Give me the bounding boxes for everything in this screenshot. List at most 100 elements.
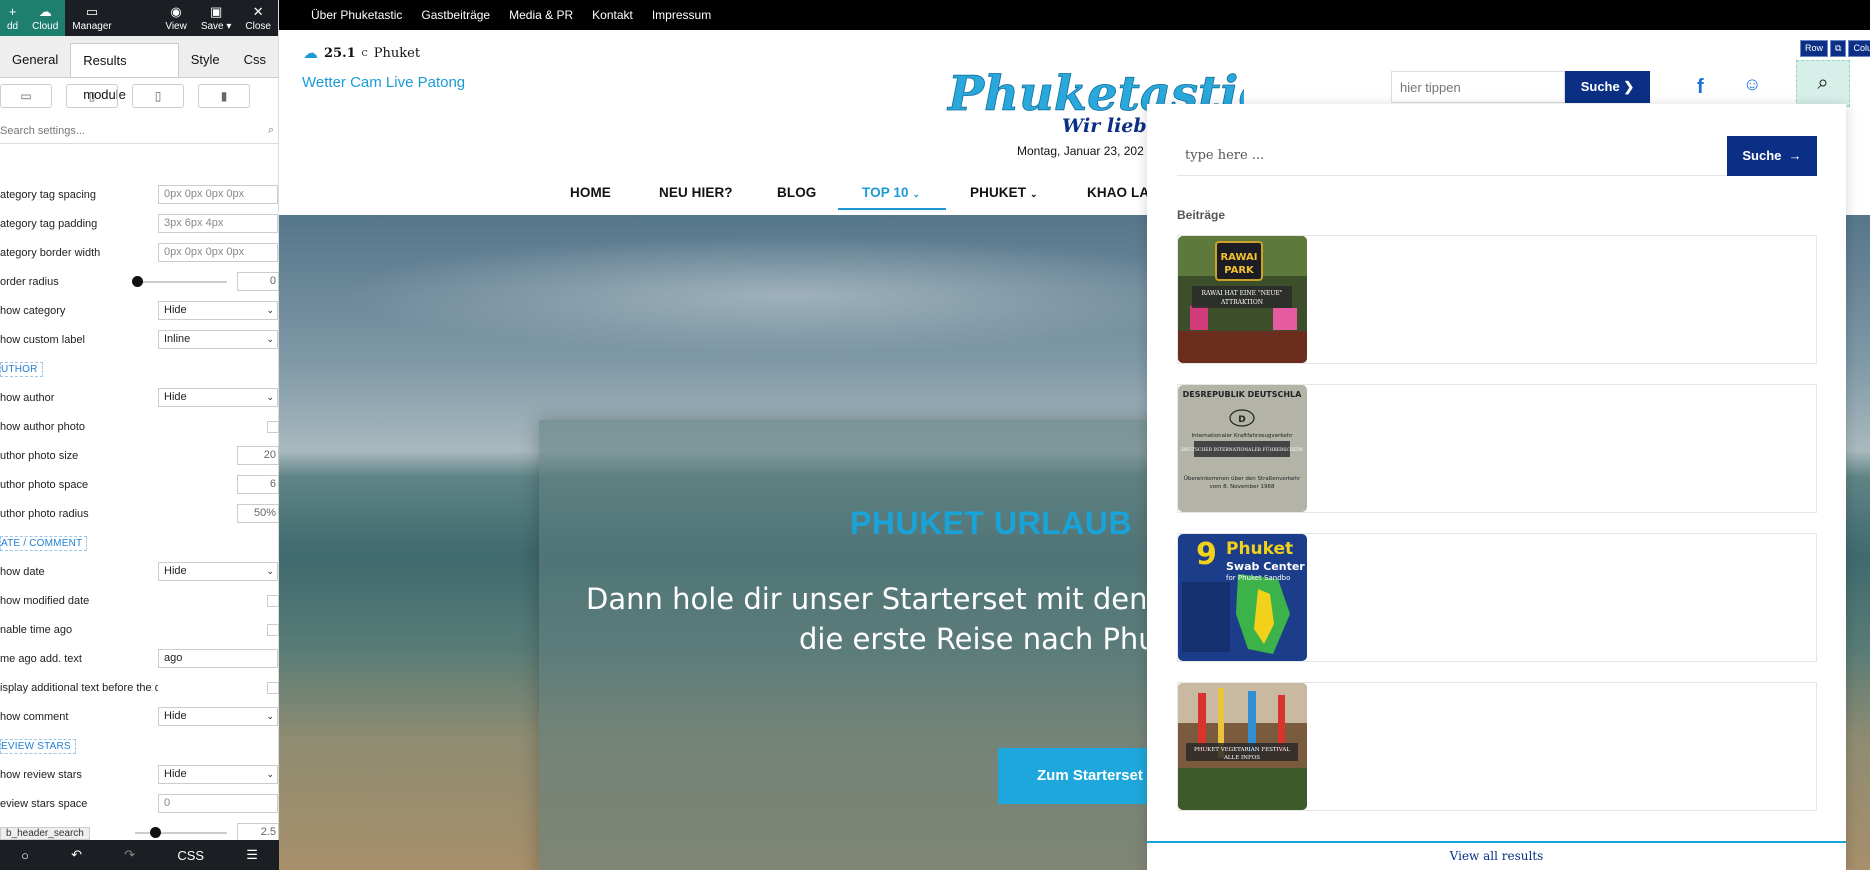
result-item[interactable]: RAWAI PARK RAWAI HAT EINE "NEUE" ATTRAKT… — [1177, 235, 1817, 364]
add-button[interactable]: + dd — [0, 0, 26, 36]
close-button[interactable]: ✕ Close — [238, 0, 278, 36]
result-item[interactable]: 9 Phuket Swab Center for Phuket Sandbo — [1177, 533, 1817, 662]
settings-checkbox[interactable] — [267, 623, 279, 636]
nav-active-underline — [838, 208, 946, 210]
site-topbar: Über Phuketastic Gastbeiträge Media & PR… — [279, 0, 1870, 30]
phone-icon[interactable]: ▮ — [198, 84, 250, 108]
tablet-portrait-icon[interactable]: ▯ — [132, 84, 184, 108]
settings-select[interactable]: Hide ⌄ — [158, 562, 278, 581]
thumb-text: RAWAI HAT EINE "NEUE" — [1201, 290, 1282, 297]
close-icon: ✕ — [252, 4, 264, 19]
settings-text-input[interactable]: ago — [158, 649, 278, 668]
settings-text-input[interactable]: 3px 6px 4px — [158, 214, 278, 233]
tab-css[interactable]: Css — [232, 43, 278, 77]
settings-checkbox[interactable] — [267, 420, 279, 433]
dropdown-search-input[interactable]: type here ... — [1177, 136, 1727, 176]
settings-text-input[interactable]: 0 — [158, 794, 278, 813]
nav-item-top10[interactable]: TOP 10 ⌄ — [862, 185, 920, 200]
circle-icon[interactable]: ○ — [21, 848, 29, 863]
slider-handle[interactable] — [132, 275, 143, 287]
settings-row: how date Hide ⌄ — [0, 557, 279, 586]
dropdown-search-button[interactable]: Suche → — [1727, 136, 1817, 176]
settings-text-input[interactable]: 0px 0px 0px 0px — [158, 243, 278, 262]
settings-row: uthor photo radius 50% — [0, 499, 279, 528]
tab-style[interactable]: Style — [179, 43, 232, 77]
save-button[interactable]: ▣ Save ▾ — [194, 0, 239, 36]
result-item[interactable]: DESREPUBLIK DEUTSCHLA D Internationaler … — [1177, 384, 1817, 513]
header-search-toggle[interactable]: ⌕ — [1796, 60, 1850, 107]
settings-row: ategory tag padding 3px 6px 4px — [0, 209, 279, 238]
settings-section-title: UTHOR — [0, 362, 43, 377]
settings-select[interactable]: Inline ⌄ — [158, 330, 278, 349]
tab-general[interactable]: General — [0, 43, 70, 77]
copy-icon[interactable]: ⧉ — [1830, 40, 1847, 57]
settings-number-input[interactable]: 50% — [237, 504, 279, 523]
view-all-results-link[interactable]: View all results — [1147, 841, 1846, 870]
settings-select[interactable]: Hide ⌄ — [158, 765, 278, 784]
nav-item-blog[interactable]: BLOG — [777, 185, 816, 200]
settings-search-input[interactable]: Search settings... ⌕ — [0, 118, 278, 144]
topbar-link[interactable]: Impressum — [652, 8, 711, 22]
hero-text-line1: Dann hole dir unser Starterset mit den w… — [586, 582, 1205, 616]
desktop-icon[interactable]: ▭ — [0, 84, 52, 108]
facebook-icon[interactable]: f — [1697, 76, 1704, 99]
nav-item-home[interactable]: HOME — [570, 185, 611, 200]
view-button[interactable]: ◉ View — [158, 0, 194, 36]
header-search-input[interactable] — [1391, 71, 1565, 103]
tablet-landscape-icon[interactable]: ▯ — [66, 84, 118, 108]
plus-icon: + — [8, 4, 17, 19]
column-label[interactable]: Colu — [1848, 40, 1870, 57]
settings-number-input[interactable]: 0 — [237, 272, 279, 291]
element-handle[interactable]: b_header_search — [0, 827, 90, 840]
topbar-link[interactable]: Über Phuketastic — [311, 8, 402, 22]
settings-text-input[interactable]: 0px 0px 0px 0px — [158, 185, 278, 204]
thumb-text: Phuket — [1226, 539, 1293, 559]
topbar-link[interactable]: Media & PR — [509, 8, 573, 22]
header-search-button[interactable]: Suche ❯ — [1565, 71, 1650, 103]
thumb-text: vom 8. November 1968 — [1209, 484, 1275, 490]
settings-select-value: Hide — [164, 768, 187, 780]
result-thumbnail[interactable]: RAWAI PARK RAWAI HAT EINE "NEUE" ATTRAKT… — [1178, 236, 1307, 363]
settings-select[interactable]: Hide ⌄ — [158, 388, 278, 407]
result-thumbnail[interactable]: 9 Phuket Swab Center for Phuket Sandbo — [1178, 534, 1307, 661]
manager-button[interactable]: ▭ Manager — [65, 0, 118, 36]
css-button[interactable]: CSS — [177, 848, 204, 863]
nav-item-neu-hier[interactable]: NEU HIER? — [659, 185, 733, 200]
community-icon[interactable]: ☺ — [1743, 74, 1761, 95]
topbar-link[interactable]: Kontakt — [592, 8, 633, 22]
redo-icon[interactable]: ↷ — [124, 847, 135, 863]
settings-checkbox[interactable] — [267, 681, 279, 694]
thumb-text: RAWAI — [1220, 252, 1257, 263]
result-thumbnail[interactable]: PHUKET VEGETARIAN FESTIVAL ALLE INFOS — [1178, 683, 1307, 810]
settings-label: me ago add. text — [0, 652, 82, 665]
result-item[interactable]: PHUKET VEGETARIAN FESTIVAL ALLE INFOS — [1177, 682, 1817, 811]
settings-number-input[interactable]: 20 — [237, 446, 279, 465]
topbar-link[interactable]: Gastbeiträge — [421, 8, 490, 22]
row-label[interactable]: Row — [1800, 40, 1829, 57]
thumb-text: PHUKET VEGETARIAN FESTIVAL — [1194, 747, 1290, 753]
thumb-text: Swab Center — [1226, 560, 1305, 573]
slider-handle[interactable] — [150, 826, 162, 838]
settings-slider[interactable] — [132, 275, 227, 287]
chevron-down-icon: ⌄ — [266, 566, 274, 576]
search-icon: ⌕ — [267, 124, 274, 136]
thumb-text: PARK — [1224, 265, 1255, 276]
settings-slider[interactable] — [135, 826, 227, 838]
weather-unit: C — [361, 48, 368, 58]
webcam-link[interactable]: Wetter Cam Live Patong — [302, 74, 465, 91]
tab-results-module[interactable]: Results module — [70, 43, 179, 102]
settings-number-input[interactable]: 6 — [237, 475, 279, 494]
undo-icon[interactable]: ↶ — [71, 847, 82, 863]
settings-checkbox[interactable] — [267, 594, 279, 607]
nav-item-khao-lak[interactable]: KHAO LA — [1087, 185, 1149, 200]
nav-item-top10-label: TOP 10 — [862, 185, 909, 200]
weather-temp: 25.1 — [324, 45, 356, 61]
list-icon[interactable]: ☰ — [246, 847, 258, 863]
nav-item-phuket[interactable]: PHUKET ⌄ — [970, 185, 1038, 200]
cloud-button[interactable]: ☁ Cloud — [25, 0, 66, 36]
settings-select[interactable]: Hide ⌄ — [158, 301, 278, 320]
settings-select[interactable]: Hide ⌄ — [158, 707, 278, 726]
settings-row: how author photo — [0, 412, 279, 441]
result-thumbnail[interactable]: DESREPUBLIK DEUTSCHLA D Internationaler … — [1178, 385, 1307, 512]
settings-select-value: Hide — [164, 565, 187, 577]
